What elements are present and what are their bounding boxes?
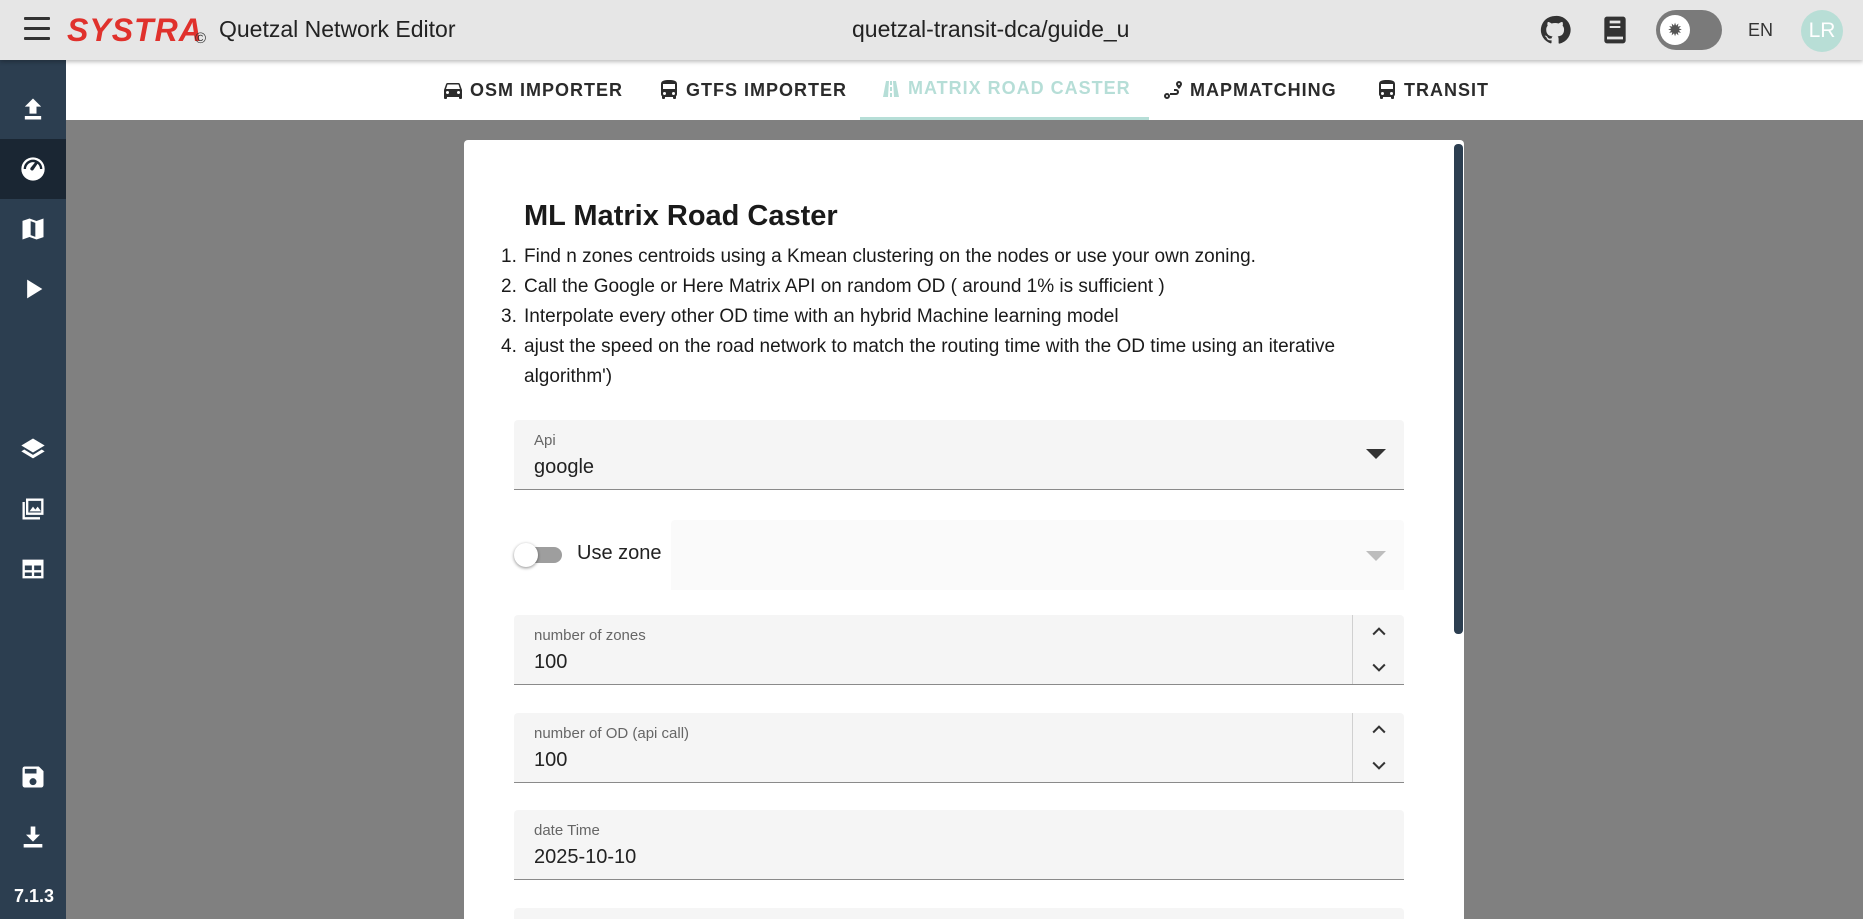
zone-select bbox=[671, 520, 1404, 590]
tab-label: MATRIX ROAD CASTER bbox=[908, 78, 1131, 98]
map-icon bbox=[22, 218, 44, 240]
nav-upload[interactable] bbox=[0, 79, 66, 139]
number-of-zones-label: number of zones bbox=[534, 627, 646, 644]
tab-mapmatching[interactable]: MAPMATCHING bbox=[1160, 60, 1337, 120]
road-icon bbox=[883, 80, 899, 97]
number-of-zones-value[interactable]: 100 bbox=[534, 651, 567, 674]
api-label: Api bbox=[534, 432, 556, 449]
use-zone-row: Use zone bbox=[514, 520, 1404, 590]
language-selector[interactable]: EN bbox=[1748, 20, 1773, 41]
api-value: google bbox=[534, 456, 595, 478]
layers-icon bbox=[21, 438, 45, 459]
play-icon bbox=[27, 279, 43, 299]
number-of-od-stepper bbox=[1352, 713, 1404, 782]
tab-label: TRANSIT bbox=[1404, 79, 1489, 100]
upload-icon bbox=[24, 98, 42, 120]
matrix-road-caster-card: ML Matrix Road Caster 1. Find n zones cen… bbox=[464, 140, 1464, 919]
bus-icon bbox=[661, 80, 677, 99]
tab-label: MAPMATCHING bbox=[1190, 79, 1337, 100]
list-item: 4. ajust the speed on the road network to… bbox=[501, 336, 1336, 387]
number-of-zones-stepper bbox=[1352, 615, 1404, 684]
decrement-button[interactable] bbox=[1353, 650, 1405, 685]
use-zone-label: Use zone bbox=[577, 542, 662, 564]
bus-icon bbox=[1379, 80, 1395, 99]
app-bar: SYSTRA © Quetzal Network Editor quetzal-… bbox=[0, 0, 1863, 60]
list-item: 1. Find n zones centroids using a Kmean c… bbox=[501, 246, 1256, 267]
tab-label: GTFS IMPORTER bbox=[686, 79, 847, 100]
avatar[interactable]: LR bbox=[1801, 10, 1843, 52]
decrement-button[interactable] bbox=[1353, 748, 1405, 783]
chevron-down-icon bbox=[1366, 551, 1386, 561]
tab-gtfs-importer[interactable]: GTFS IMPORTER bbox=[656, 60, 847, 120]
nav-gallery[interactable] bbox=[0, 479, 66, 539]
download-icon bbox=[23, 826, 43, 848]
tab-matrix-road-caster[interactable]: MATRIX ROAD CASTER bbox=[860, 60, 1149, 120]
importer-tabs: OSM IMPORTER GTFS IMPORTER MATRIX ROAD C… bbox=[66, 60, 1863, 120]
copyright-mark: © bbox=[195, 30, 207, 47]
nav-dashboard[interactable] bbox=[0, 139, 66, 199]
next-field[interactable] bbox=[514, 908, 1404, 919]
nav-table[interactable] bbox=[0, 539, 66, 599]
chevron-down-icon bbox=[1372, 761, 1386, 770]
book-icon[interactable] bbox=[1599, 14, 1631, 46]
image-multiple-icon bbox=[22, 498, 44, 520]
table-icon bbox=[22, 559, 44, 579]
number-of-zones-field[interactable]: number of zones 100 bbox=[514, 615, 1404, 685]
chevron-down-icon bbox=[1366, 449, 1386, 459]
github-icon[interactable] bbox=[1539, 14, 1571, 46]
speedometer-icon bbox=[21, 157, 45, 181]
chevron-up-icon bbox=[1372, 725, 1386, 734]
increment-button[interactable] bbox=[1353, 713, 1405, 748]
tab-transit[interactable]: TRANSIT bbox=[1374, 60, 1489, 120]
number-of-od-label: number of OD (api call) bbox=[534, 725, 690, 742]
list-item: 2. Call the Google or Here Matrix API on … bbox=[501, 276, 1165, 297]
scrollbar[interactable] bbox=[1454, 144, 1463, 634]
tab-label: OSM IMPORTER bbox=[470, 79, 624, 100]
nav-layers[interactable] bbox=[0, 419, 66, 479]
date-time-value[interactable]: 2025-10-10 bbox=[534, 846, 636, 869]
chevron-up-icon bbox=[1372, 627, 1386, 636]
menu-icon[interactable] bbox=[24, 17, 52, 43]
number-of-od-value[interactable]: 100 bbox=[534, 749, 567, 772]
brightness-icon: ✹ bbox=[1660, 15, 1690, 45]
save-icon bbox=[22, 766, 44, 788]
api-select[interactable]: Api google bbox=[514, 420, 1404, 490]
chevron-down-icon bbox=[1372, 663, 1386, 672]
page-title: ML Matrix Road Caster bbox=[524, 200, 838, 232]
version-label: 7.1.3 bbox=[14, 886, 55, 906]
nav-save[interactable] bbox=[0, 747, 66, 807]
nav-download[interactable] bbox=[0, 807, 66, 867]
steps-list: 1. Find n zones centroids using a Kmean c… bbox=[501, 242, 1401, 392]
date-time-label: date Time bbox=[534, 822, 600, 839]
date-time-field[interactable]: date Time 2025-10-10 bbox=[514, 810, 1404, 880]
theme-toggle[interactable]: ✹ bbox=[1656, 10, 1722, 50]
nav-rail: 7.1.3 bbox=[0, 60, 66, 919]
nav-run[interactable] bbox=[0, 259, 66, 319]
tab-osm-importer[interactable]: OSM IMPORTER bbox=[440, 60, 623, 120]
app-title: Quetzal Network Editor bbox=[219, 16, 456, 42]
route-icon bbox=[1164, 81, 1182, 99]
use-zone-switch[interactable] bbox=[514, 543, 562, 567]
list-item: 3. Interpolate every other OD time with a… bbox=[501, 306, 1119, 327]
brand-logo: SYSTRA bbox=[67, 12, 203, 48]
car-icon bbox=[444, 83, 462, 99]
nav-map[interactable] bbox=[0, 199, 66, 259]
number-of-od-field[interactable]: number of OD (api call) 100 bbox=[514, 713, 1404, 783]
increment-button[interactable] bbox=[1353, 615, 1405, 650]
project-name: quetzal-transit-dca/guide_u bbox=[852, 16, 1130, 42]
